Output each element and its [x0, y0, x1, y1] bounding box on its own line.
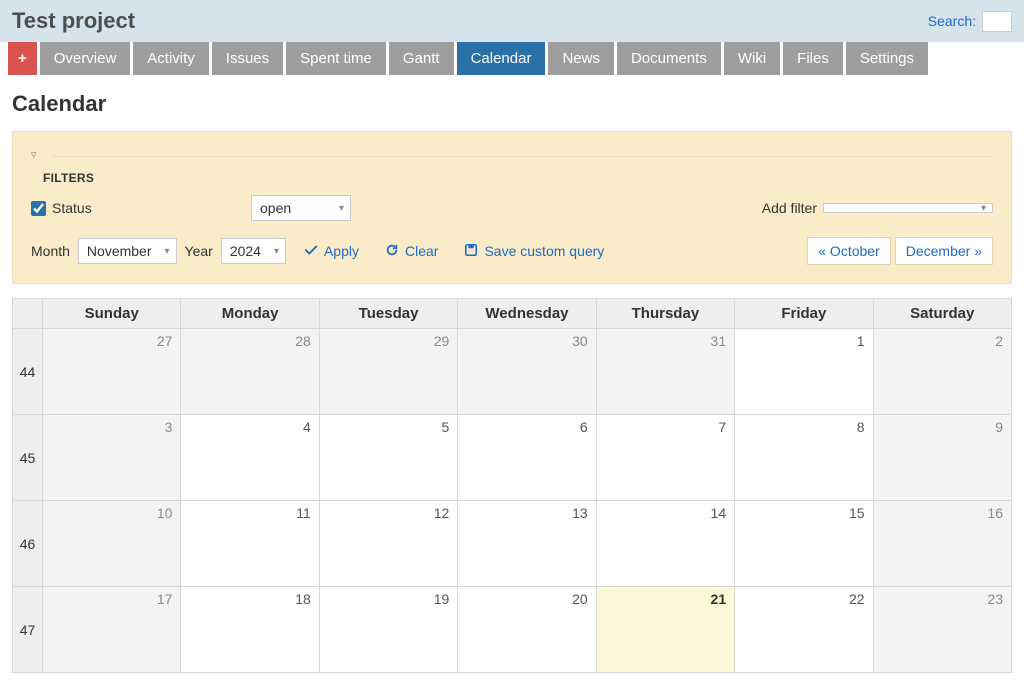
calendar-day-cell[interactable]: 3 [43, 415, 181, 501]
tab-documents[interactable]: Documents [617, 42, 721, 75]
calendar-day-cell[interactable]: 11 [181, 501, 319, 587]
tab-files[interactable]: Files [783, 42, 843, 75]
apply-button[interactable]: Apply [304, 243, 359, 260]
calendar-day-cell[interactable]: 6 [458, 415, 596, 501]
calendar-grid: Sunday Monday Tuesday Wednesday Thursday… [12, 298, 1012, 673]
save-icon [464, 243, 478, 260]
prev-month-button[interactable]: « October [807, 237, 890, 265]
calendar-day-cell[interactable]: 14 [596, 501, 734, 587]
calendar-day-cell[interactable]: 22 [735, 587, 873, 673]
project-header: Test project Search: [0, 0, 1024, 42]
week-number-cell: 44 [13, 329, 43, 415]
tab-wiki[interactable]: Wiki [724, 42, 780, 75]
month-select[interactable]: November ▾ [78, 238, 177, 264]
day-header-monday: Monday [181, 299, 319, 329]
calendar-day-cell[interactable]: 1 [735, 329, 873, 415]
tab-settings[interactable]: Settings [846, 42, 928, 75]
day-header-sunday: Sunday [43, 299, 181, 329]
year-label: Year [185, 243, 213, 259]
month-value: November [87, 243, 152, 259]
calendar-day-cell[interactable]: 28 [181, 329, 319, 415]
calendar-day-cell[interactable]: 5 [319, 415, 457, 501]
add-filter-select[interactable]: ▾ [823, 203, 993, 213]
clear-button[interactable]: Clear [385, 243, 438, 260]
calendar-day-cell[interactable]: 27 [43, 329, 181, 415]
calendar-day-cell[interactable]: 21 [596, 587, 734, 673]
tab-activity[interactable]: Activity [133, 42, 209, 75]
calendar-day-cell[interactable]: 12 [319, 501, 457, 587]
status-filter-label: Status [52, 200, 92, 216]
day-header-tuesday: Tuesday [319, 299, 457, 329]
status-filter-select[interactable]: open ▾ [251, 195, 351, 221]
calendar-day-cell[interactable]: 30 [458, 329, 596, 415]
project-title: Test project [12, 8, 135, 34]
day-header-thursday: Thursday [596, 299, 734, 329]
chevron-down-icon: ▾ [274, 246, 279, 257]
calendar-day-cell[interactable]: 7 [596, 415, 734, 501]
tab-calendar[interactable]: Calendar [457, 42, 546, 75]
filters-section-label: FILTERS [43, 171, 993, 185]
calendar-day-cell[interactable]: 29 [319, 329, 457, 415]
tab-news[interactable]: News [548, 42, 614, 75]
search-area: Search: [928, 11, 1012, 32]
calendar-day-cell[interactable]: 4 [181, 415, 319, 501]
search-input[interactable] [982, 11, 1012, 32]
calendar-day-cell[interactable]: 16 [873, 501, 1011, 587]
clear-label: Clear [405, 243, 438, 259]
chevron-down-icon: ▾ [339, 203, 344, 214]
calendar-day-cell[interactable]: 8 [735, 415, 873, 501]
calendar-day-cell[interactable]: 23 [873, 587, 1011, 673]
chevron-down-icon[interactable]: ▿ [31, 148, 37, 161]
week-number-cell: 47 [13, 587, 43, 673]
month-label: Month [31, 243, 70, 259]
apply-label: Apply [324, 243, 359, 259]
query-panel: ▿ FILTERS Status open ▾ Add filter ▾ Mo [12, 131, 1012, 284]
save-query-button[interactable]: Save custom query [464, 243, 604, 260]
tab-issues[interactable]: Issues [212, 42, 283, 75]
search-label: Search: [928, 13, 976, 29]
main-tabs: + Overview Activity Issues Spent time Ga… [0, 42, 1024, 75]
tab-overview[interactable]: Overview [40, 42, 131, 75]
check-icon [304, 243, 318, 260]
tab-spent-time[interactable]: Spent time [286, 42, 386, 75]
status-filter-value: open [260, 200, 291, 216]
calendar-day-cell[interactable]: 20 [458, 587, 596, 673]
tab-gantt[interactable]: Gantt [389, 42, 454, 75]
week-number-cell: 46 [13, 501, 43, 587]
divider [51, 156, 993, 157]
year-value: 2024 [230, 243, 261, 259]
calendar-day-cell[interactable]: 9 [873, 415, 1011, 501]
chevron-down-icon: ▾ [981, 203, 986, 214]
new-item-button[interactable]: + [8, 42, 37, 75]
year-select[interactable]: 2024 ▾ [221, 238, 286, 264]
calendar-day-cell[interactable]: 19 [319, 587, 457, 673]
chevron-down-icon: ▾ [164, 246, 169, 257]
add-filter-label: Add filter [762, 200, 817, 216]
page-title: Calendar [12, 91, 1012, 117]
calendar-day-cell[interactable]: 15 [735, 501, 873, 587]
next-month-button[interactable]: December » [895, 237, 993, 265]
calendar-day-cell[interactable]: 18 [181, 587, 319, 673]
status-filter-checkbox[interactable] [31, 201, 46, 216]
week-number-cell: 45 [13, 415, 43, 501]
calendar-day-cell[interactable]: 13 [458, 501, 596, 587]
day-header-wednesday: Wednesday [458, 299, 596, 329]
day-header-saturday: Saturday [873, 299, 1011, 329]
save-query-label: Save custom query [484, 243, 604, 259]
calendar-day-cell[interactable]: 10 [43, 501, 181, 587]
calendar-day-cell[interactable]: 31 [596, 329, 734, 415]
week-number-header [13, 299, 43, 329]
reload-icon [385, 243, 399, 260]
calendar-day-cell[interactable]: 17 [43, 587, 181, 673]
day-header-friday: Friday [735, 299, 873, 329]
calendar-day-cell[interactable]: 2 [873, 329, 1011, 415]
